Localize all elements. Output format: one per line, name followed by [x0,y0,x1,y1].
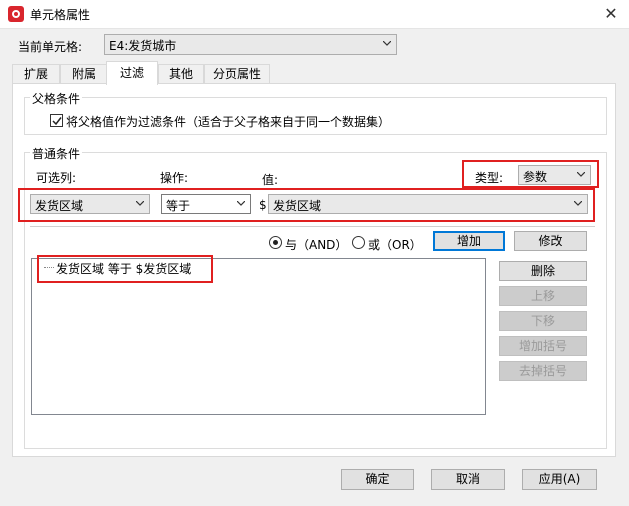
move-down-button[interactable]: 下移 [499,311,587,331]
app-logo-icon [8,6,24,22]
checkmark-icon [52,117,62,126]
condition-item-highlight-box [37,255,213,283]
apply-button[interactable]: 应用(A) [522,469,597,490]
value-select[interactable]: 发货区域 [268,194,588,214]
column-value: 发货区域 [35,199,84,213]
and-radio[interactable] [269,236,282,249]
title-bar [0,0,629,29]
chevron-down-icon [574,201,582,206]
current-cell-select[interactable]: E4:发货城市 [104,34,397,55]
delete-button[interactable]: 删除 [499,261,587,281]
column-label: 可选列: [36,171,77,185]
value-label: 值: [262,173,279,187]
value-value: 发货区域 [273,199,322,213]
use-parent-filter-label: 将父格值作为过滤条件（适合于父子格来自于同一个数据集） [66,115,391,129]
cancel-button[interactable]: 取消 [431,469,505,490]
chevron-down-icon [577,172,585,177]
add-condition-button[interactable]: 增加 [433,231,505,251]
type-label: 类型: [475,171,504,185]
or-radio[interactable] [352,236,365,249]
move-up-button[interactable]: 上移 [499,286,587,306]
remove-bracket-button[interactable]: 去掉括号 [499,361,587,381]
operation-select[interactable]: 等于 [161,194,251,214]
normal-condition-group-label: 普通条件 [30,145,83,162]
divider [30,226,595,227]
tab-pagination[interactable]: 分页属性 [204,64,270,83]
add-bracket-button[interactable]: 增加括号 [499,336,587,356]
use-parent-filter-checkbox[interactable] [50,114,63,127]
and-label: 与（AND） [285,238,348,252]
ok-button[interactable]: 确定 [341,469,414,490]
window-title: 单元格属性 [30,8,91,22]
tab-expand[interactable]: 扩展 [12,64,60,83]
type-select[interactable]: 参数 [518,165,591,185]
operation-value: 等于 [166,199,191,213]
value-prefix: $ [259,198,267,212]
tab-other[interactable]: 其他 [158,64,204,83]
type-value: 参数 [523,170,548,184]
current-cell-value: E4:发货城市 [109,39,177,53]
tab-filter[interactable]: 过滤 [106,61,158,85]
chevron-down-icon [136,201,144,206]
chevron-down-icon [237,201,245,206]
parent-condition-group-label: 父格条件 [30,90,83,107]
tab-attached[interactable]: 附属 [60,64,108,83]
or-label: 或（OR） [368,238,422,252]
modify-condition-button[interactable]: 修改 [514,231,587,251]
operation-label: 操作: [160,171,189,185]
close-button[interactable]: ✕ [596,2,626,26]
current-cell-label: 当前单元格: [18,40,83,54]
chevron-down-icon [383,41,391,46]
column-select[interactable]: 发货区域 [30,194,150,214]
